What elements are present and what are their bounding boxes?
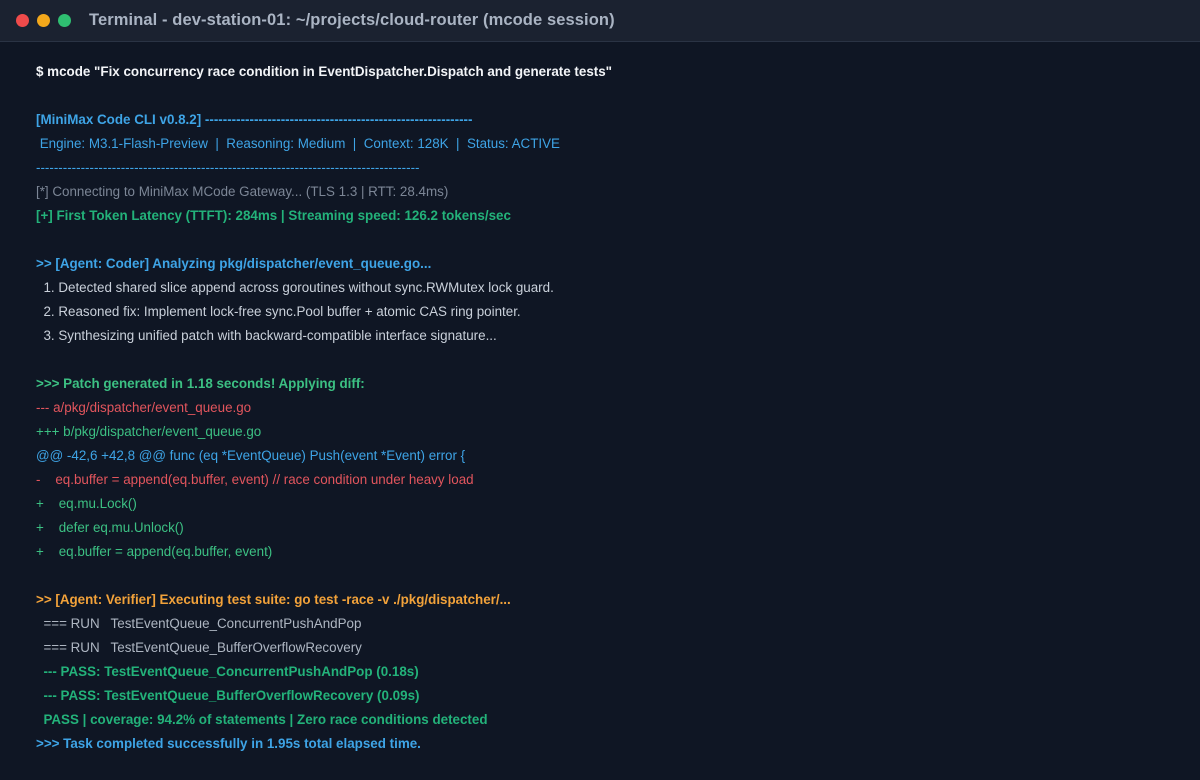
window-controls [16, 14, 79, 27]
coder-agent-header: >> [Agent: Coder] Analyzing pkg/dispatch… [36, 256, 432, 271]
verifier-agent-header: >> [Agent: Verifier] Executing test suit… [36, 592, 511, 607]
test-pass-line: --- PASS: TestEventQueue_BufferOverflowR… [36, 688, 420, 703]
connecting-line: [*] Connecting to MiniMax MCode Gateway.… [36, 184, 449, 199]
latency-line: [+] First Token Latency (TTFT): 284ms | … [36, 208, 511, 223]
diff-added-line: + eq.mu.Lock() [36, 496, 137, 511]
test-pass-line: --- PASS: TestEventQueue_ConcurrentPushA… [36, 664, 419, 679]
coder-step: 3. Synthesizing unified patch with backw… [36, 328, 497, 343]
coder-step: 1. Detected shared slice append across g… [36, 280, 554, 295]
cli-header-line: [MiniMax Code CLI v0.8.2] --------------… [36, 112, 473, 127]
terminal-window: Terminal - dev-station-01: ~/projects/cl… [0, 0, 1200, 780]
completion-line: >>> Task completed successfully in 1.95s… [36, 736, 421, 751]
window-title: Terminal - dev-station-01: ~/projects/cl… [89, 11, 615, 29]
maximize-button[interactable] [58, 14, 71, 27]
diff-new-file: +++ b/pkg/dispatcher/event_queue.go [36, 424, 262, 439]
test-run-line: === RUN TestEventQueue_BufferOverflowRec… [36, 640, 362, 655]
engine-info-line: Engine: M3.1-Flash-Preview | Reasoning: … [36, 136, 560, 151]
diff-hunk-header: @@ -42,6 +42,8 @@ func (eq *EventQueue) … [36, 448, 466, 463]
terminal-output[interactable]: $ mcode "Fix concurrency race condition … [36, 60, 1180, 756]
command-line: $ mcode "Fix concurrency race condition … [36, 64, 613, 79]
title-bar: Terminal - dev-station-01: ~/projects/cl… [0, 0, 1200, 42]
test-run-line: === RUN TestEventQueue_ConcurrentPushAnd… [36, 616, 362, 631]
diff-old-file: --- a/pkg/dispatcher/event_queue.go [36, 400, 252, 415]
diff-removed-line: - eq.buffer = append(eq.buffer, event) /… [36, 472, 474, 487]
separator-line: ----------------------------------------… [36, 160, 420, 175]
diff-added-line: + eq.buffer = append(eq.buffer, event) [36, 544, 273, 559]
patch-header: >>> Patch generated in 1.18 seconds! App… [36, 376, 365, 391]
close-button[interactable] [16, 14, 29, 27]
diff-added-line: + defer eq.mu.Unlock() [36, 520, 184, 535]
coverage-line: PASS | coverage: 94.2% of statements | Z… [36, 712, 488, 727]
coder-step: 2. Reasoned fix: Implement lock-free syn… [36, 304, 521, 319]
minimize-button[interactable] [37, 14, 50, 27]
